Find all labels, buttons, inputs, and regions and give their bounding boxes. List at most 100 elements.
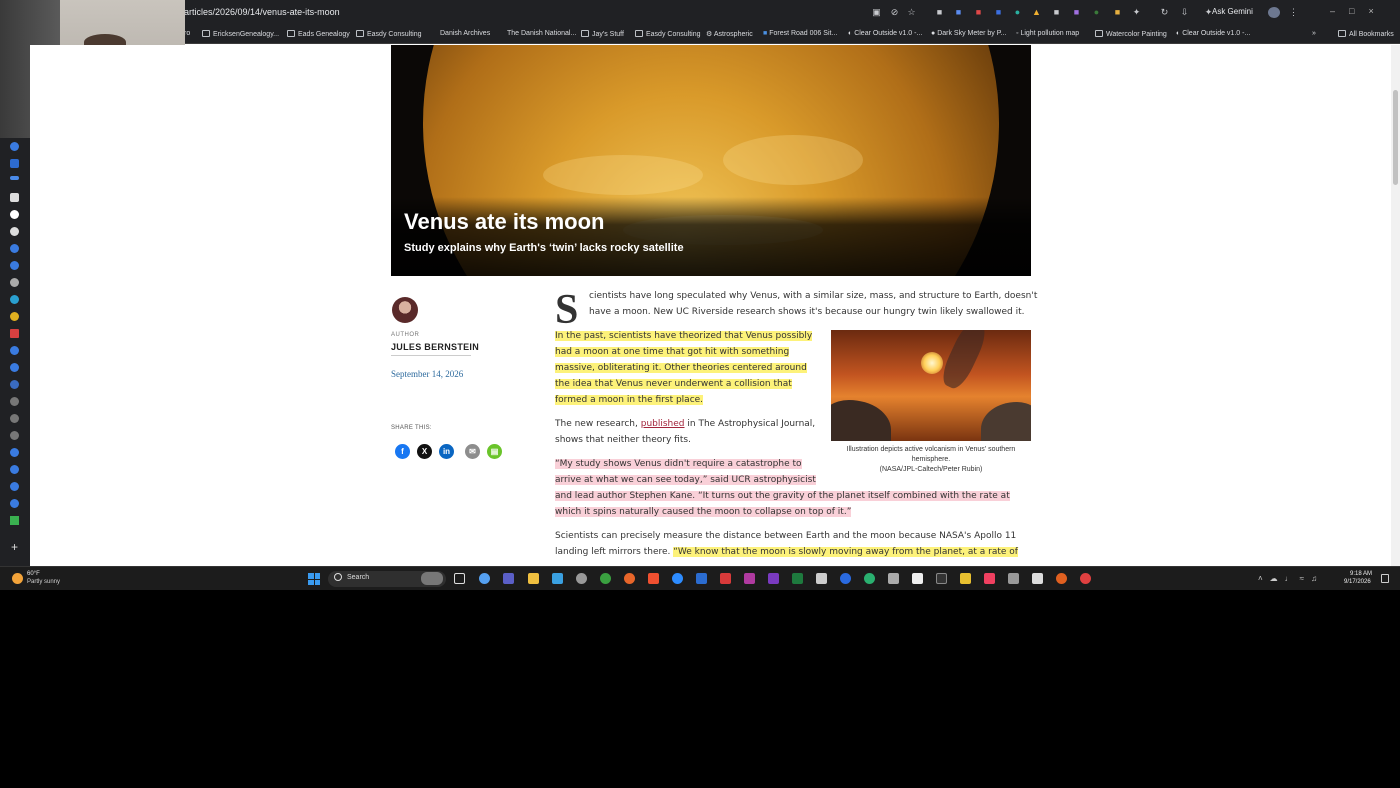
app-icon[interactable] bbox=[10, 329, 19, 338]
bookmark-item[interactable]: Danish Archives bbox=[440, 30, 490, 37]
app-icon[interactable] bbox=[936, 573, 947, 584]
extension-icon-6[interactable]: ▲ bbox=[1031, 7, 1042, 18]
notification-icon[interactable] bbox=[1381, 574, 1389, 583]
profile-avatar[interactable] bbox=[1268, 7, 1280, 18]
bookmark-folder[interactable]: Jay's Stuff bbox=[581, 30, 624, 38]
app-icon[interactable] bbox=[10, 465, 19, 474]
task-view-icon[interactable] bbox=[454, 573, 465, 584]
calculator-icon[interactable] bbox=[1032, 573, 1043, 584]
app-icon[interactable] bbox=[10, 210, 19, 219]
add-app-icon[interactable]: + bbox=[10, 541, 19, 553]
system-tray-icons[interactable]: ˄☁♩≈♫ bbox=[1258, 574, 1324, 583]
extension-icon-10[interactable]: ■ bbox=[1112, 7, 1123, 18]
bookmark-item[interactable]: ◐ Clear Outside v1.0 -... bbox=[1176, 30, 1250, 37]
edge-icon[interactable] bbox=[864, 573, 875, 584]
start-button[interactable] bbox=[308, 573, 320, 585]
bookmark-folder[interactable]: Easdy Consulting bbox=[356, 30, 421, 38]
window-controls[interactable]: –□× bbox=[1330, 6, 1388, 16]
facebook-share-icon[interactable]: f bbox=[395, 444, 410, 459]
chrome-active-icon[interactable] bbox=[1080, 573, 1091, 584]
app-icon[interactable] bbox=[840, 573, 851, 584]
extension-icon-2[interactable]: ■ bbox=[953, 7, 964, 18]
brave-icon[interactable] bbox=[648, 573, 659, 584]
clock-time[interactable]: 9:18 AM bbox=[1350, 571, 1372, 577]
download-icon[interactable]: ⇩ bbox=[1179, 7, 1190, 18]
search-highlight-icon[interactable] bbox=[421, 572, 443, 585]
extension-icon-4[interactable]: ■ bbox=[993, 7, 1004, 18]
firefox-icon[interactable] bbox=[624, 573, 635, 584]
teams-icon[interactable] bbox=[503, 573, 514, 584]
bookmark-folder[interactable]: Watercolor Painting bbox=[1095, 30, 1167, 38]
bookmark-item[interactable]: ⚙ Astrospheric bbox=[706, 30, 753, 38]
app-icon[interactable] bbox=[10, 363, 19, 372]
extension-icon-8[interactable]: ■ bbox=[1071, 7, 1082, 18]
scrollbar-thumb[interactable] bbox=[1393, 90, 1398, 185]
app-icon[interactable] bbox=[888, 573, 899, 584]
app-icon[interactable] bbox=[10, 142, 19, 151]
bookmark-folder[interactable]: EricksenGenealogy... bbox=[202, 30, 279, 38]
app-icon[interactable] bbox=[10, 516, 19, 525]
extension-icon-9[interactable]: ● bbox=[1091, 7, 1102, 18]
bookmark-item[interactable]: The Danish National... bbox=[507, 30, 576, 37]
extension-icon-3[interactable]: ■ bbox=[973, 7, 984, 18]
email-share-icon[interactable]: ✉ bbox=[465, 444, 480, 459]
music-icon[interactable] bbox=[984, 573, 995, 584]
bookmark-folder[interactable]: Eads Genealogy bbox=[287, 30, 350, 38]
app-icon[interactable] bbox=[10, 227, 19, 236]
app-icon[interactable] bbox=[552, 573, 563, 584]
app-icon[interactable] bbox=[10, 448, 19, 457]
linkedin-share-icon[interactable]: in bbox=[439, 444, 454, 459]
file-explorer-icon[interactable] bbox=[528, 573, 539, 584]
onenote-icon[interactable] bbox=[744, 573, 755, 584]
app-icon[interactable] bbox=[10, 261, 19, 270]
bookmark-item[interactable]: ◐ Clear Outside v1.0 -... bbox=[848, 30, 922, 37]
menu-kebab-icon[interactable]: ⋮ bbox=[1288, 7, 1299, 18]
extensions-puzzle-icon[interactable]: ✦ bbox=[1131, 7, 1142, 18]
all-bookmarks-folder[interactable]: All Bookmarks bbox=[1338, 30, 1394, 38]
app-icon[interactable] bbox=[912, 573, 923, 584]
app-icon[interactable] bbox=[10, 278, 19, 287]
more-bookmarks-chevron-icon[interactable]: » bbox=[1312, 30, 1316, 37]
onenote-app-icon[interactable] bbox=[768, 573, 779, 584]
extension-icon-5[interactable]: ● bbox=[1012, 7, 1023, 18]
app-icon[interactable] bbox=[1056, 573, 1067, 584]
bookmark-item[interactable]: ■ Forest Road 006 Sit... bbox=[763, 30, 837, 37]
app-icon[interactable] bbox=[10, 176, 19, 180]
chrome-icon[interactable] bbox=[600, 573, 611, 584]
app-icon[interactable] bbox=[10, 431, 19, 440]
app-icon[interactable] bbox=[10, 159, 19, 168]
app-icon[interactable] bbox=[10, 397, 19, 406]
eye-off-icon[interactable]: ⊘ bbox=[889, 7, 900, 18]
app-icon[interactable] bbox=[720, 573, 731, 584]
app-icon[interactable] bbox=[10, 499, 19, 508]
zoom-icon[interactable] bbox=[672, 573, 683, 584]
bookmark-folder[interactable]: Easdy Consulting bbox=[635, 30, 700, 38]
history-icon[interactable]: ↻ bbox=[1159, 7, 1170, 18]
bookmark-item[interactable]: ● Dark Sky Meter by P... bbox=[931, 30, 1006, 37]
extension-icon-7[interactable]: ■ bbox=[1051, 7, 1062, 18]
ask-gemini-button[interactable]: Ask Gemini bbox=[1212, 7, 1253, 16]
excel-icon[interactable] bbox=[792, 573, 803, 584]
app-icon[interactable] bbox=[10, 414, 19, 423]
author-avatar[interactable] bbox=[392, 297, 418, 323]
app-icon[interactable] bbox=[10, 380, 19, 389]
outlook-icon[interactable] bbox=[696, 573, 707, 584]
weather-sun-icon[interactable] bbox=[12, 573, 23, 584]
print-share-icon[interactable]: ▤ bbox=[487, 444, 502, 459]
copilot-icon[interactable] bbox=[479, 573, 490, 584]
app-icon[interactable] bbox=[10, 193, 19, 202]
app-icon[interactable] bbox=[10, 244, 19, 253]
author-name[interactable]: JULES BERNSTEIN bbox=[391, 342, 479, 352]
app-icon[interactable] bbox=[1008, 573, 1019, 584]
extension-icon-1[interactable]: ■ bbox=[934, 7, 945, 18]
app-icon[interactable] bbox=[816, 573, 827, 584]
volcanism-illustration[interactable] bbox=[831, 330, 1031, 441]
app-icon[interactable] bbox=[10, 482, 19, 491]
address-bar[interactable]: articles/2026/09/14/venus-ate-its-moon bbox=[184, 7, 340, 17]
bookmark-star-icon[interactable]: ☆ bbox=[906, 7, 917, 18]
app-icon[interactable] bbox=[960, 573, 971, 584]
app-icon[interactable] bbox=[10, 312, 19, 321]
app-icon[interactable] bbox=[576, 573, 587, 584]
app-icon[interactable] bbox=[10, 346, 19, 355]
weather-description[interactable]: Partly sunny bbox=[27, 579, 60, 585]
